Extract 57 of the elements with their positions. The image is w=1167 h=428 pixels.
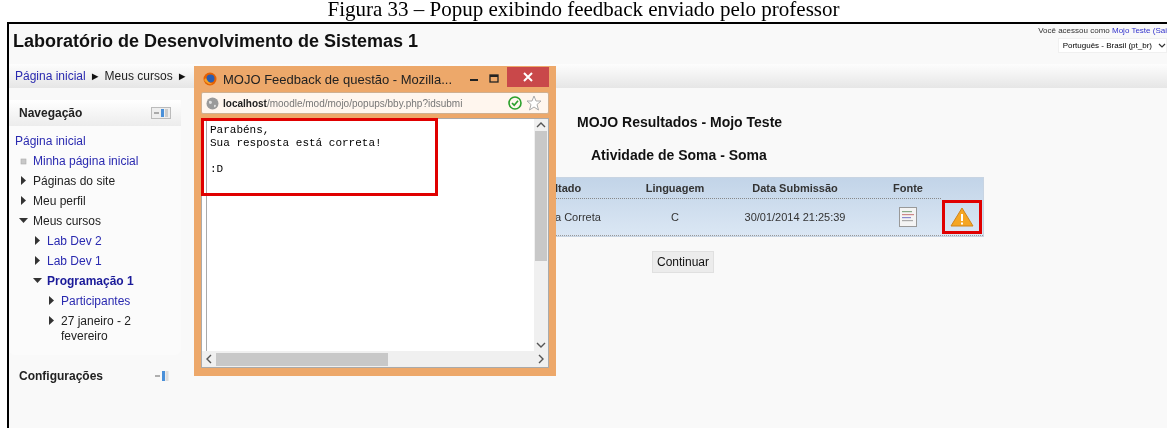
star-icon[interactable] (526, 95, 542, 111)
nav-link[interactable]: Participantes (61, 294, 131, 309)
nav-item[interactable]: Páginas do site (33, 174, 116, 189)
dock-icon[interactable] (155, 370, 169, 382)
column-header: ltado (555, 182, 583, 194)
collapsed-triangle-icon[interactable] (19, 176, 29, 186)
browser-globe-icon (203, 72, 217, 86)
source-file-icon[interactable] (899, 207, 917, 227)
collapsed-triangle-icon[interactable] (33, 236, 43, 246)
collapsed-triangle-icon[interactable] (47, 316, 57, 326)
address-bar[interactable]: localhost/moodle/mod/mojo/popups/bby.php?idsubmi (201, 92, 549, 114)
block-title: Navegação (19, 106, 83, 120)
column-header: Data Submissão (751, 182, 839, 194)
collapsed-triangle-icon[interactable] (33, 256, 43, 266)
feedback-text: Parabéns, Sua resposta está correta! :D (201, 118, 438, 196)
nav-link[interactable]: Minha página inicial (33, 154, 139, 169)
nav-link[interactable]: Página inicial (15, 134, 86, 149)
continue-button[interactable]: Continuar (652, 251, 715, 273)
breadcrumb-separator: ► (89, 70, 101, 82)
horizontal-scrollbar[interactable] (202, 351, 548, 367)
expanded-triangle-icon[interactable] (33, 276, 43, 286)
vertical-scrollbar[interactable] (534, 119, 548, 351)
table-cell-text: C (670, 211, 680, 223)
column-header: Fonte (892, 182, 924, 194)
collapsed-triangle-icon[interactable] (19, 196, 29, 206)
site-title: Laboratório de Desenvolvimento de Sistemas 1 (12, 30, 419, 53)
dock-icon[interactable] (151, 107, 171, 119)
close-icon[interactable] (522, 71, 534, 83)
results-title: MOJO Resultados - Mojo Teste (577, 114, 784, 130)
collapsed-triangle-icon[interactable] (47, 296, 57, 306)
expanded-triangle-icon[interactable] (19, 216, 29, 226)
nav-item[interactable]: Meu perfil (33, 194, 86, 209)
close-button[interactable] (507, 67, 549, 87)
maximize-icon[interactable] (487, 72, 501, 86)
breadcrumb-separator: ► (176, 70, 188, 82)
table-cell-text: a Correta (555, 211, 602, 223)
caret-icon[interactable] (1158, 42, 1166, 49)
nav-item[interactable]: 27 janeiro - 2 fevereiro (61, 314, 167, 344)
figure-caption: Figura 33 – Popup exibindo feedback enviado pelo professor (326, 0, 841, 22)
nav-link[interactable]: Lab Dev 2 (47, 234, 102, 249)
column-header: Linguagem (644, 182, 706, 194)
user-link[interactable]: Mojo Teste (1112, 26, 1151, 35)
activity-title: Atividade de Soma - Soma (591, 147, 768, 163)
bullet-icon (19, 156, 29, 166)
login-info: Você acessou como Mojo Teste (Sai (1038, 26, 1167, 35)
globe-icon (206, 96, 219, 110)
block-title: Configurações (19, 369, 103, 383)
table-cell-text: 30/01/2014 21:25:39 (743, 211, 847, 223)
check-icon (508, 96, 522, 110)
language-select[interactable]: Português - Brasil (pt_br) (1057, 38, 1167, 53)
breadcrumb-link[interactable]: Página inicial (15, 69, 86, 83)
window-title: MOJO Feedback de questão - Mozilla... (223, 71, 454, 87)
nav-link[interactable]: Lab Dev 1 (47, 254, 102, 269)
warning-icon[interactable] (950, 207, 974, 227)
nav-link[interactable]: Programação 1 (47, 274, 134, 289)
nav-item[interactable]: Meus cursos (33, 214, 102, 229)
breadcrumb-item[interactable]: Meus cursos (104, 69, 173, 83)
